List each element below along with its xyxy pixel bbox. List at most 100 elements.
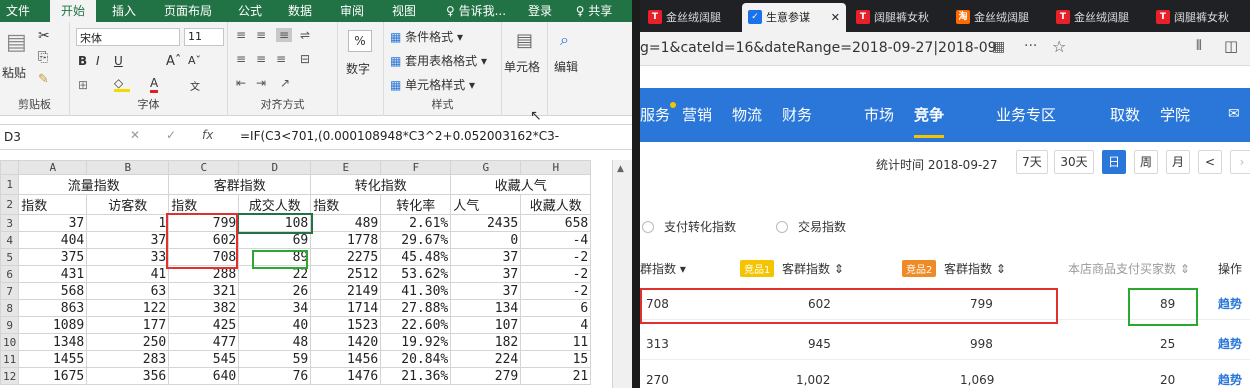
merge-cells-icon[interactable]: ⊟ [300, 52, 310, 66]
paste-button[interactable]: 粘贴 [2, 64, 26, 81]
cell[interactable]: 250 [86, 333, 170, 351]
library-icon[interactable]: ⫴ [1196, 38, 1202, 54]
row-header[interactable]: 5 [0, 248, 20, 266]
cell[interactable]: 1476 [310, 367, 382, 385]
cell[interactable]: 2435 [450, 214, 522, 232]
cell[interactable]: 431 [18, 265, 88, 283]
nav-marketing[interactable]: 营销 [682, 88, 712, 142]
border-icon[interactable]: ⊞ [78, 78, 88, 92]
radio-pay-conversion[interactable]: 支付转化指数 [642, 218, 736, 234]
underline-button[interactable]: U [114, 54, 123, 68]
row-header[interactable]: 11 [0, 350, 20, 368]
cell[interactable]: 33 [86, 248, 170, 266]
cell[interactable]: 11 [520, 333, 592, 351]
format-as-table-button[interactable]: ▦ 套用表格格式 ▾ [390, 52, 487, 69]
scroll-up-icon[interactable]: ▲ [617, 164, 624, 174]
range-week[interactable]: 周 [1134, 150, 1158, 174]
cell[interactable]: 1420 [310, 333, 382, 351]
browser-tab[interactable]: T 金丝绒阔腿 [1050, 3, 1146, 32]
browser-tab[interactable]: 淘 金丝绒阔腿 [950, 3, 1046, 32]
cell[interactable]: 40 [238, 316, 312, 334]
cell[interactable]: 2149 [310, 282, 382, 300]
align-top-icon[interactable]: ≡ [236, 28, 246, 42]
cell[interactable]: 19.92% [380, 333, 452, 351]
bold-button[interactable]: B [78, 54, 87, 68]
nav-data-fetch[interactable]: 取数 [1110, 88, 1140, 142]
cell[interactable]: 1714 [310, 299, 382, 317]
phonetic-icon[interactable]: 文 [190, 78, 200, 93]
url-input[interactable]: g=1&cateId=16&dateRange=2018-09-27|2018-… [640, 40, 997, 56]
find-icon[interactable]: ⌕ [560, 30, 569, 50]
trend-link[interactable]: 趋势 [1218, 364, 1242, 388]
cell[interactable]: 69 [238, 231, 312, 249]
cell-styles-button[interactable]: ▦ 单元格样式 ▾ [390, 76, 475, 93]
cell[interactable]: 27.88% [380, 299, 452, 317]
tab-data[interactable]: 数据 [282, 0, 318, 22]
cell[interactable]: 人气 [450, 194, 522, 215]
bookmark-star-icon[interactable]: ☆ [1052, 37, 1066, 56]
cell[interactable]: 指数 [18, 194, 88, 215]
name-box[interactable]: D3 [4, 128, 94, 146]
cell[interactable]: 76 [238, 367, 312, 385]
grow-font-icon[interactable]: Aˆ [166, 54, 181, 69]
increase-indent-icon[interactable]: ⇥ [256, 76, 266, 90]
mail-icon[interactable]: ✉ [1228, 106, 1240, 122]
header-own-buyers[interactable]: 本店商品支付买家数 ⇕ [1068, 260, 1190, 277]
trend-link[interactable]: 趋势 [1218, 328, 1242, 360]
cell[interactable]: 489 [310, 214, 382, 232]
cell[interactable]: 37 [450, 248, 522, 266]
cell[interactable]: 1455 [18, 350, 88, 368]
nav-academy[interactable]: 学院 [1160, 88, 1190, 142]
font-name-select[interactable]: 宋体 [76, 28, 180, 46]
cell[interactable]: 6 [520, 299, 592, 317]
cell[interactable]: 107 [450, 316, 522, 334]
browser-tab-active[interactable]: ✓ 生意参谋 ✕ [742, 3, 846, 32]
cell[interactable]: 177 [86, 316, 170, 334]
cell[interactable]: 1778 [310, 231, 382, 249]
tab-insert[interactable]: 插入 [104, 0, 144, 22]
paste-icon[interactable]: ▤ [6, 30, 27, 55]
cell[interactable]: 29.67% [380, 231, 452, 249]
cell[interactable]: 20.84% [380, 350, 452, 368]
worksheet-grid[interactable]: A B C D E F G H 1 流量指数 客群指数 转化指数 收藏人气 2 … [0, 160, 612, 388]
row-header[interactable]: 10 [0, 333, 20, 351]
cell[interactable]: 356 [86, 367, 170, 385]
cell[interactable]: 404 [18, 231, 88, 249]
cell[interactable]: -2 [520, 282, 592, 300]
cell[interactable]: 访客数 [86, 194, 170, 215]
cell[interactable]: 41 [86, 265, 170, 283]
tab-review[interactable]: 审阅 [334, 0, 370, 22]
cell[interactable]: 863 [18, 299, 88, 317]
align-left-icon[interactable]: ≡ [236, 52, 246, 66]
enter-icon[interactable]: ✓ [166, 128, 176, 142]
cell[interactable]: 568 [18, 282, 88, 300]
nav-market[interactable]: 市场 [864, 88, 894, 142]
cell[interactable]: 2512 [310, 265, 382, 283]
cancel-icon[interactable]: ✕ [130, 128, 140, 142]
cell[interactable]: 63 [86, 282, 170, 300]
tab-formulas[interactable]: 公式 [232, 0, 268, 22]
edit-button[interactable]: 编辑 [554, 58, 578, 75]
column-header[interactable]: H [520, 160, 592, 175]
nav-finance[interactable]: 财务 [782, 88, 812, 142]
cell[interactable]: 客群指数 [168, 174, 312, 195]
cell[interactable]: 658 [520, 214, 592, 232]
row-header[interactable]: 9 [0, 316, 20, 334]
cell[interactable]: 1 [86, 214, 170, 232]
row-header[interactable]: 3 [0, 214, 20, 232]
column-header[interactable]: F [380, 160, 452, 175]
formula-input[interactable]: =IF(C3<701,(0.000108948*C3^2+0.052003162… [240, 129, 559, 143]
cell[interactable]: 21.36% [380, 367, 452, 385]
sign-in-link[interactable]: 登录 [522, 0, 558, 22]
cell[interactable]: 转化率 [380, 194, 452, 215]
cell[interactable]: 转化指数 [310, 174, 452, 195]
align-middle-icon[interactable]: ≡ [256, 28, 266, 42]
cell[interactable]: -2 [520, 248, 592, 266]
cell[interactable]: 321 [168, 282, 240, 300]
align-center-icon[interactable]: ≡ [256, 52, 266, 66]
column-header[interactable]: G [450, 160, 522, 175]
header-competitor-1[interactable]: 客群指数 ⇕ [782, 260, 844, 277]
decrease-indent-icon[interactable]: ⇤ [236, 76, 246, 90]
prev-period-button[interactable]: < [1198, 150, 1222, 174]
vertical-scrollbar[interactable]: ▲ [612, 160, 632, 388]
